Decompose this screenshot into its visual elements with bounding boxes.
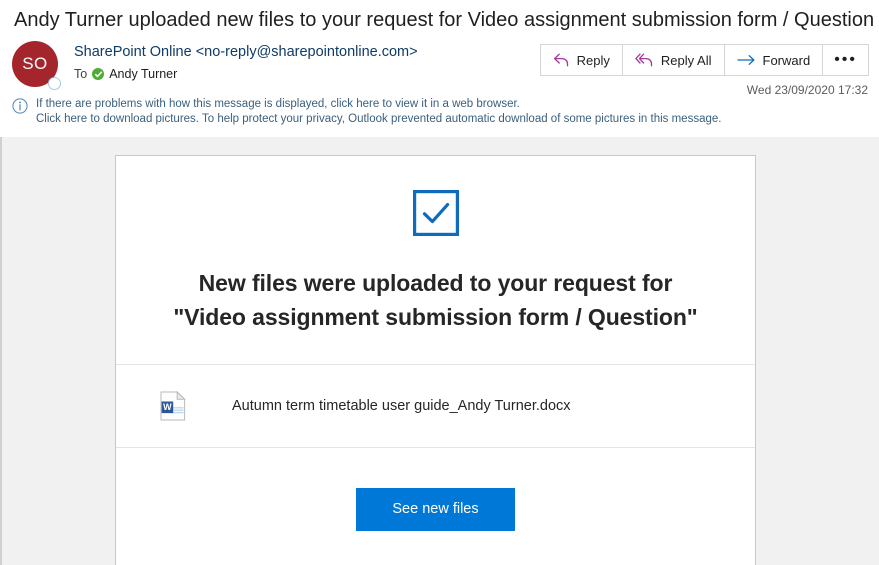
more-actions-button[interactable]: ••• — [822, 44, 869, 76]
hero-title-line-1: New files were uploaded to your request … — [198, 270, 673, 296]
reading-pane: Andy Turner uploaded new files to your r… — [0, 0, 879, 565]
info-icon — [12, 98, 28, 114]
reply-all-button[interactable]: Reply All — [621, 44, 724, 76]
svg-text:W: W — [163, 402, 172, 412]
message-actions-toolbar: Reply Reply All Forward ••• — [539, 44, 869, 76]
forward-arrow-icon — [736, 54, 756, 66]
to-label: To — [74, 67, 88, 81]
reply-all-label: Reply All — [660, 52, 712, 68]
info-bar: If there are problems with how this mess… — [0, 94, 879, 132]
message-header: Andy Turner uploaded new files to your r… — [0, 0, 879, 132]
forward-label: Forward — [762, 52, 811, 68]
list-item[interactable]: W Autumn term timetable user guide_Andy … — [148, 390, 725, 421]
see-new-files-button[interactable]: See new files — [356, 488, 515, 531]
sharepoint-notification-card: New files were uploaded to your request … — [115, 155, 756, 565]
reply-label: Reply — [576, 52, 610, 68]
reply-all-icon — [635, 53, 654, 67]
card-hero-section: New files were uploaded to your request … — [116, 156, 755, 365]
card-files-section: W Autumn term timetable user guide_Andy … — [116, 365, 755, 448]
verified-check-icon — [92, 68, 105, 80]
page-title: Andy Turner uploaded new files to your r… — [14, 9, 875, 31]
presence-status-icon — [48, 77, 61, 90]
hero-title: New files were uploaded to your request … — [146, 266, 725, 334]
card-cta-section: See new files — [116, 448, 755, 565]
file-name-label[interactable]: Autumn term timetable user guide_Andy Tu… — [232, 398, 571, 414]
reply-button[interactable]: Reply — [539, 44, 622, 76]
info-bar-line-download-pictures[interactable]: Click here to download pictures. To help… — [36, 112, 869, 127]
hero-title-line-2: "Video assignment submission form / Ques… — [173, 304, 698, 330]
checkbox-check-icon — [412, 190, 459, 236]
word-document-icon: W — [160, 390, 186, 421]
recipient-name[interactable]: Andy Turner — [109, 65, 177, 83]
info-bar-line-web-browser[interactable]: If there are problems with how this mess… — [36, 97, 869, 112]
sender-row: SO SharePoint Online <no-reply@sharepoin… — [0, 38, 879, 97]
avatar[interactable]: SO — [12, 41, 61, 90]
reply-icon — [553, 53, 570, 67]
message-body-area: New files were uploaded to your request … — [0, 137, 879, 565]
forward-button[interactable]: Forward — [723, 44, 823, 76]
